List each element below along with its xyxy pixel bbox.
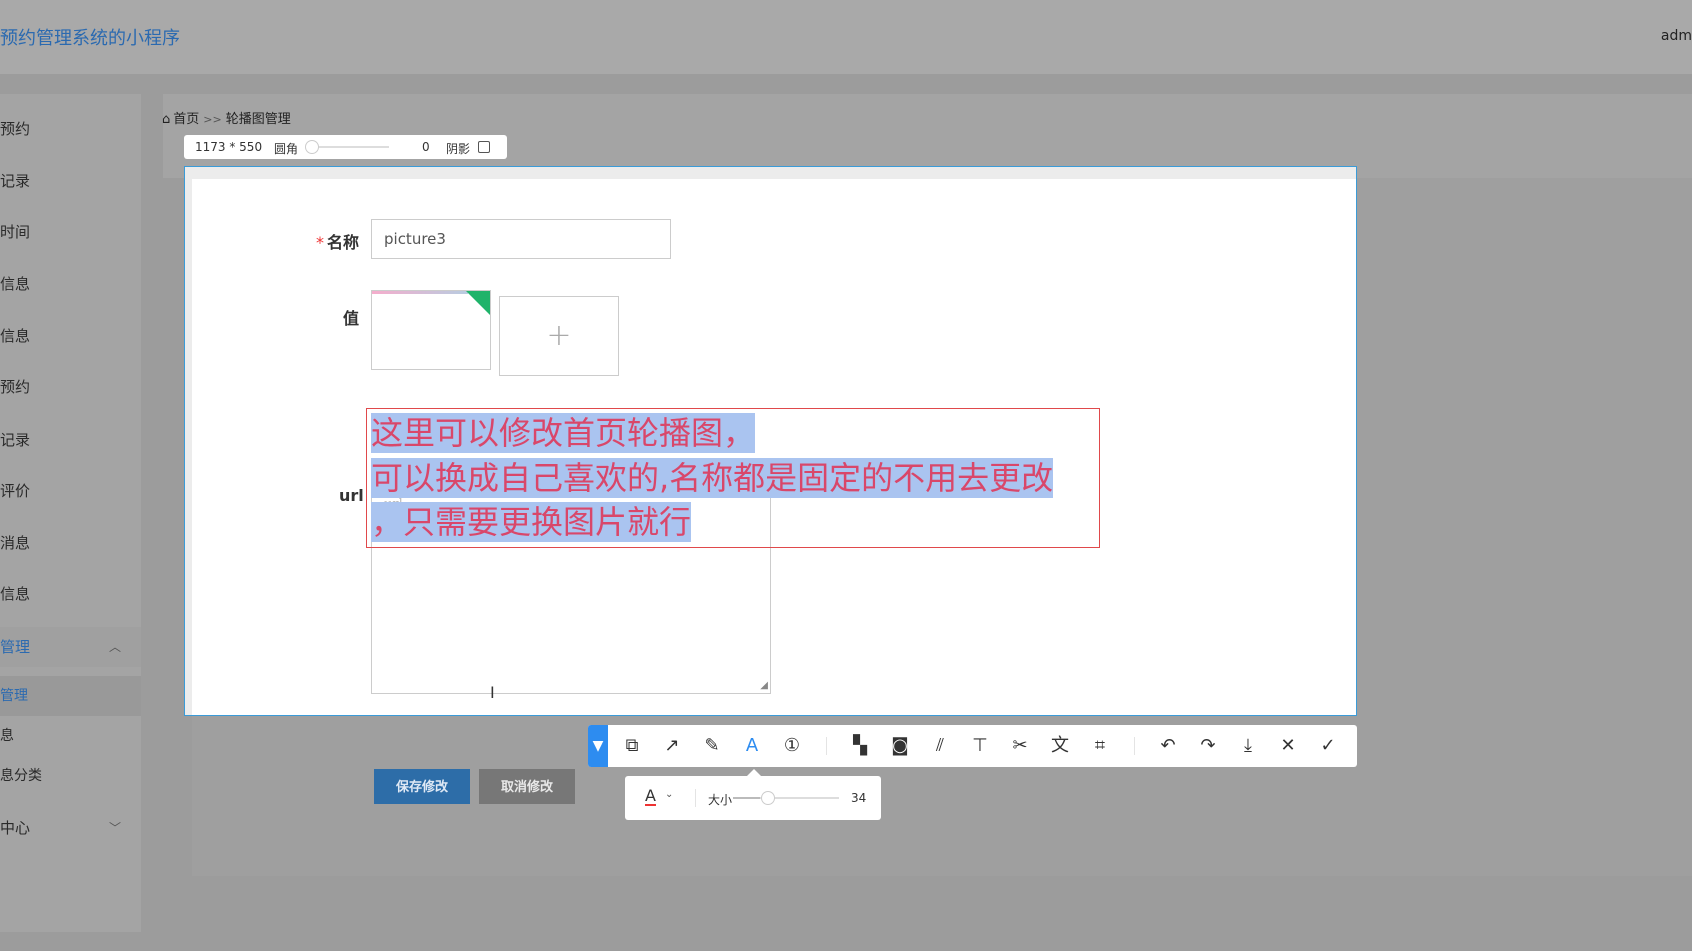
breadcrumb-separator: >> xyxy=(203,113,222,126)
snip-toolbar: ▼ ⧉ ↗ ✎ A ① ▚ ◙ ⫽ ⊤ ✂ 文 ⌗ ↶ ↷ ⤓ ✕ ✓ xyxy=(588,725,1357,767)
annotation-line-2: 可以换成自己喜欢的,名称都是固定的不用去更改 xyxy=(371,458,1054,498)
hatch-icon[interactable]: ⫽ xyxy=(922,725,958,767)
home-icon[interactable]: ⌂ xyxy=(162,112,170,127)
ocr-icon[interactable]: ⌗ xyxy=(1082,725,1118,767)
sidebar-item[interactable]: 信息 xyxy=(0,574,141,614)
sidebar-item-label: 息 xyxy=(0,728,14,744)
uploaded-image-thumbnail[interactable] xyxy=(371,290,491,370)
close-icon[interactable]: ✕ xyxy=(1270,725,1306,767)
sidebar-item[interactable]: 时间 xyxy=(0,212,141,252)
font-size-track-fill xyxy=(733,797,760,799)
toolbar-divider xyxy=(826,737,827,755)
required-marker: * xyxy=(316,233,324,252)
shadow-label: 阴影 xyxy=(446,142,471,156)
chevron-down-icon[interactable]: ⌄ xyxy=(665,789,673,800)
image-upload-button[interactable]: + xyxy=(499,296,619,376)
sidebar-item[interactable]: 消息 xyxy=(0,523,141,563)
sidebar-subitem-info[interactable]: 息 xyxy=(0,716,141,756)
blur-icon[interactable]: ◙ xyxy=(882,725,918,767)
undo-icon[interactable]: ↶ xyxy=(1150,725,1186,767)
app-title: 预约管理系统的小程序 xyxy=(0,28,180,49)
cut-icon[interactable]: ✂ xyxy=(1002,725,1038,767)
sidebar-item-label: 息分类 xyxy=(0,768,42,784)
cancel-button[interactable]: 取消修改 xyxy=(479,769,575,804)
url-label: url xyxy=(339,486,364,505)
corner-radius-slider-thumb[interactable] xyxy=(305,140,319,154)
text-cursor-icon: I xyxy=(490,683,495,702)
breadcrumb-current: 轮播图管理 xyxy=(225,112,291,127)
confirm-icon[interactable]: ✓ xyxy=(1310,725,1346,767)
shape-icon[interactable]: ⧉ xyxy=(614,725,650,767)
sidebar-item-label: 信息 xyxy=(0,585,31,603)
download-icon[interactable]: ⤓ xyxy=(1230,725,1266,767)
font-size-label: 大小 xyxy=(708,793,733,807)
sidebar-item-label: 信息 xyxy=(0,327,31,345)
user-name[interactable]: adm xyxy=(1661,28,1692,44)
mosaic-icon[interactable]: ▚ xyxy=(842,725,878,767)
pin-top-icon[interactable]: ⊤ xyxy=(962,725,998,767)
sidebar-subitem-carousel[interactable]: 管理 xyxy=(0,676,141,716)
text-icon[interactable]: A xyxy=(734,725,770,767)
sidebar-item-label: 预约 xyxy=(0,378,31,396)
upload-success-corner-icon xyxy=(466,291,490,315)
sidebar-item-label: 评价 xyxy=(0,482,31,500)
sidebar-item[interactable]: 评价 xyxy=(0,471,141,511)
thumbnail-image-strip xyxy=(372,291,468,294)
name-input[interactable]: picture3 xyxy=(371,219,671,259)
sidebar-item-label: 记录 xyxy=(0,431,31,449)
toolbar-divider xyxy=(1134,737,1135,755)
number-icon[interactable]: ① xyxy=(774,725,810,767)
resize-handle-icon[interactable]: ◢ xyxy=(760,680,768,691)
save-button[interactable]: 保存修改 xyxy=(374,769,470,804)
top-header: 预约管理系统的小程序 adm xyxy=(0,0,1692,74)
sidebar-item-center[interactable]: 中心 ﹀ xyxy=(0,808,141,848)
sidebar-item[interactable]: 信息 xyxy=(0,264,141,304)
pen-icon[interactable]: ✎ xyxy=(694,725,730,767)
sidebar-item-label: 预约 xyxy=(0,120,31,138)
sidebar-item[interactable]: 信息 xyxy=(0,316,141,356)
sidebar-item-label: 中心 xyxy=(0,819,31,837)
snip-size-bar: 1173 * 550 圆角 0 阴影 xyxy=(184,135,507,159)
pin-icon[interactable]: ▼ xyxy=(588,725,608,767)
font-size-slider-thumb[interactable] xyxy=(761,791,775,805)
sidebar-group-management[interactable]: 管理 ︿ xyxy=(0,627,141,667)
name-label: * 名称 xyxy=(316,229,359,253)
sidebar-item-label: 时间 xyxy=(0,223,31,241)
sidebar-item[interactable]: 预约 xyxy=(0,109,141,149)
annotation-line-3: ，只需要更换图片就行 xyxy=(371,502,692,542)
breadcrumb: ⌂ 首页 >> 轮播图管理 xyxy=(162,108,291,127)
text-color-icon[interactable]: A xyxy=(645,788,656,806)
sidebar-subitem-info-category[interactable]: 息分类 xyxy=(0,756,141,796)
annotation-line-1: 这里可以修改首页轮播图， xyxy=(371,413,756,453)
value-label: 值 xyxy=(343,309,360,328)
popover-caret xyxy=(747,769,761,776)
sidebar-item[interactable]: 记录 xyxy=(0,420,141,460)
chevron-down-icon: ﹀ xyxy=(108,821,121,835)
corner-radius-label: 圆角 xyxy=(274,142,299,156)
sidebar-item-label: 消息 xyxy=(0,534,31,552)
text-options-bar: A ⌄ 大小 34 xyxy=(625,769,881,820)
options-divider xyxy=(695,789,696,807)
name-label-text: 名称 xyxy=(327,233,360,252)
font-size-value: 34 xyxy=(851,791,867,805)
plus-icon: + xyxy=(546,318,572,353)
arrow-icon[interactable]: ↗ xyxy=(654,725,690,767)
selection-dimensions: 1173 * 550 xyxy=(195,140,263,154)
redo-icon[interactable]: ↷ xyxy=(1190,725,1226,767)
corner-radius-track[interactable] xyxy=(307,146,389,148)
sidebar-item[interactable]: 预约 xyxy=(0,367,141,407)
corner-radius-value: 0 xyxy=(422,140,430,154)
sidebar-item-label: 记录 xyxy=(0,172,31,190)
shadow-checkbox[interactable] xyxy=(478,141,490,153)
sidebar-item-label: 信息 xyxy=(0,275,31,293)
translate-icon[interactable]: 文 xyxy=(1042,725,1078,767)
sidebar-item-label: 管理 xyxy=(0,688,28,704)
breadcrumb-home[interactable]: 首页 xyxy=(173,112,199,127)
sidebar-item[interactable]: 记录 xyxy=(0,161,141,201)
sidebar-item-label: 管理 xyxy=(0,638,31,656)
chevron-up-icon: ︿ xyxy=(108,640,121,654)
